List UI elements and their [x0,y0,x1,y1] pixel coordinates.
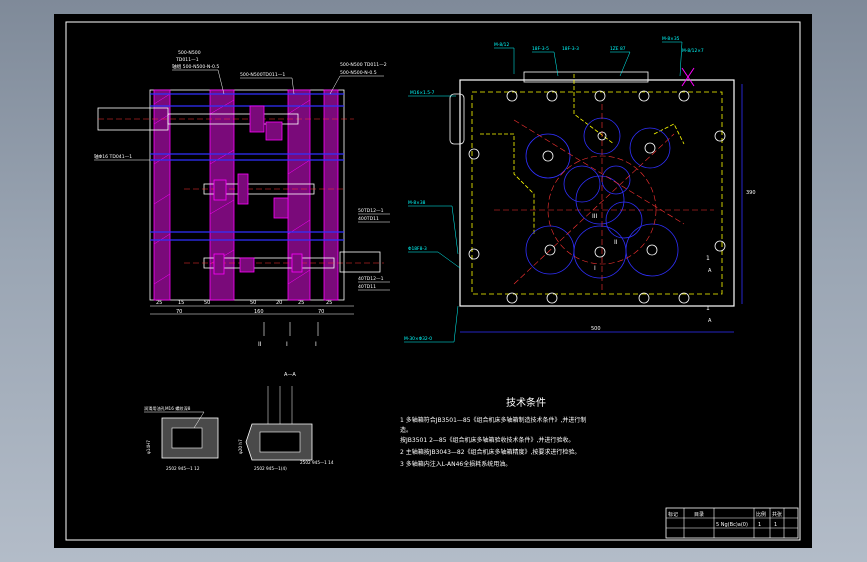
section-arrows [263,322,319,336]
section-a-label: A—A [284,372,296,378]
dim-50b: 50 [250,300,256,306]
ref-1a: 1 [706,255,710,262]
roman-i-a: I [286,341,288,348]
dim-25c: 25 [326,300,332,306]
tb-mark: 标记 [668,511,678,518]
right-leaders [404,41,683,343]
ref-1b: 1 [706,305,710,312]
tech-line-3: 按JB3501 2—85《组合机床多轴箱验收技术条件》,并进行验收。 [400,436,574,444]
dim-50a: 50 [204,300,210,306]
label-1ze: 1ZE 87 [610,46,626,52]
detail-right-bore [259,431,301,453]
title-block-cells: 标记 目录 5 Ng(Bc)a(0) 比例 共张 1 1 [668,511,782,528]
left-labels: 500-N500 TD011—1 轴组 500-N500-N-0.5 500-N… [94,50,387,290]
label-top-b: TD011—1 [175,57,199,63]
box-inner [471,91,723,295]
section-a-top: A [708,268,712,274]
section-mark [681,67,695,87]
label-r1: 50TD12—1 [358,208,384,214]
dim-25b: 25 [298,300,304,306]
label-m8-12x7: M-8/12×7 [682,48,704,54]
roman-ii: II [258,341,262,348]
label-18f-3-3: 18F-3-3 [562,46,579,52]
dim-25a: 25 [156,300,162,306]
detail-label-oil-hole: 润滑用油孔M16 螺纹深8 [144,405,191,412]
label-top-a: 500-N500 [178,50,201,56]
oil-channels [480,74,685,234]
drawing-canvas: 25 15 50 50 20 25 25 70 160 70 II I I 50… [65,21,801,541]
label-right-b: 500-N500-N-0.5 [340,70,377,76]
label-m30: M-30×Φ32-0 [404,336,432,342]
ref-i: I [594,265,596,272]
roman-labels: II I I [258,341,317,348]
ref-ii: II [614,239,618,246]
dim-70a: 70 [176,309,182,315]
roman-i-b: I [315,341,317,348]
label-r3: 40TD12—1 [358,276,384,282]
left-view: 25 15 50 50 20 25 25 70 160 70 II I I 50… [94,50,390,348]
label-m16: M16×1.5-7 [410,90,435,96]
blue-bands [150,93,344,241]
dim-160: 160 [254,309,264,315]
label-m8-38: M-8×38 [408,200,426,206]
label-18f-3-5: 18F-3-5 [532,46,549,52]
tech-line-4: 2 主轴箱按JB3043—82《组合机床多轴箱精度》,按要求进行检验。 [400,448,580,456]
bolt-holes [468,90,726,304]
dim-70b: 70 [318,309,324,315]
dim-20: 20 [276,300,282,306]
tech-line-2: 造。 [400,426,412,434]
detail-label-h7: φ14H7 [146,440,151,454]
box-outer [459,79,735,307]
label-top-c: 轴组 500-N500-N-0.5 [172,63,219,70]
dim-15: 15 [178,300,184,306]
tb-sheets: 共张 [772,511,782,518]
tb-scale: 比例 [756,511,766,518]
detail-left-bore [171,427,203,449]
tb-num-2: 1 [774,522,777,528]
tech-notes: 技术条件 1 多轴箱符合JB3501—85《组合机床多轴箱制造技术条件》,并进行… [400,396,586,468]
tech-title: 技术条件 [506,396,546,409]
detail-label-2502a: 2502 945—1 12 [166,466,200,471]
label-m8-12: M-8/12 [494,42,509,48]
right-top-labels: M-8/12 18F-3-5 18F-3-3 1ZE 87 M-8×35 M-8… [494,36,704,54]
label-f18f8: Φ18F8-3 [408,246,427,252]
dim-390: 390 [746,190,756,196]
left-dims: 25 15 50 50 20 25 25 70 160 70 [156,300,332,315]
detail-view: A—A 润滑用油孔M16 螺纹深8 2502 945—1 12 2502 945… [144,372,334,471]
label-r2: 400TD11 [358,216,379,222]
right-view: 500 390 A A M-8/12 18F-3-5 18F-3-3 1ZE 8… [404,36,756,343]
label-r4: 40TD11 [358,284,376,290]
detail-label-2502c: 2502 945—1 14 [300,460,334,465]
label-m8-35: M-8×35 [662,36,680,42]
tb-num-1: 1 [758,522,761,528]
side-boss [449,93,465,145]
dim-500: 500 [591,326,601,332]
label-mid-a: 500-N500TD011—1 [240,72,285,78]
wall-4 [323,89,339,301]
title-block: 标记 目录 5 Ng(Bc)a(0) 比例 共张 1 1 [665,507,799,539]
tb-catalog: 目录 [694,511,704,518]
tech-line-1: 1 多轴箱符合JB3501—85《组合机床多轴箱制造技术条件》,并进行制 [400,416,586,424]
label-left-a: 轴Φ16 TD041—1 [94,153,132,160]
label-right-a: 500-N500 TD011—2 [340,62,387,68]
right-dims: 500 390 A A [591,190,756,332]
detail-label-2502b: 2502 945—1(4) [254,466,287,471]
ref-iii: III [592,213,598,220]
drawing-sheet: 25 15 50 50 20 25 25 70 160 70 II I I 50… [54,14,812,548]
tb-name: 5 Ng(Bc)a(0) [716,522,748,528]
detail-label-h7b: φ20 h7 [238,439,243,454]
right-left-labels: M16×1.5-7 M-8×38 Φ18F8-3 M-30×Φ32-0 [404,90,435,342]
section-a-bottom: A [708,318,712,324]
tech-line-5: 3 多轴箱内注入L-AN46全损耗系统用油。 [400,460,511,468]
